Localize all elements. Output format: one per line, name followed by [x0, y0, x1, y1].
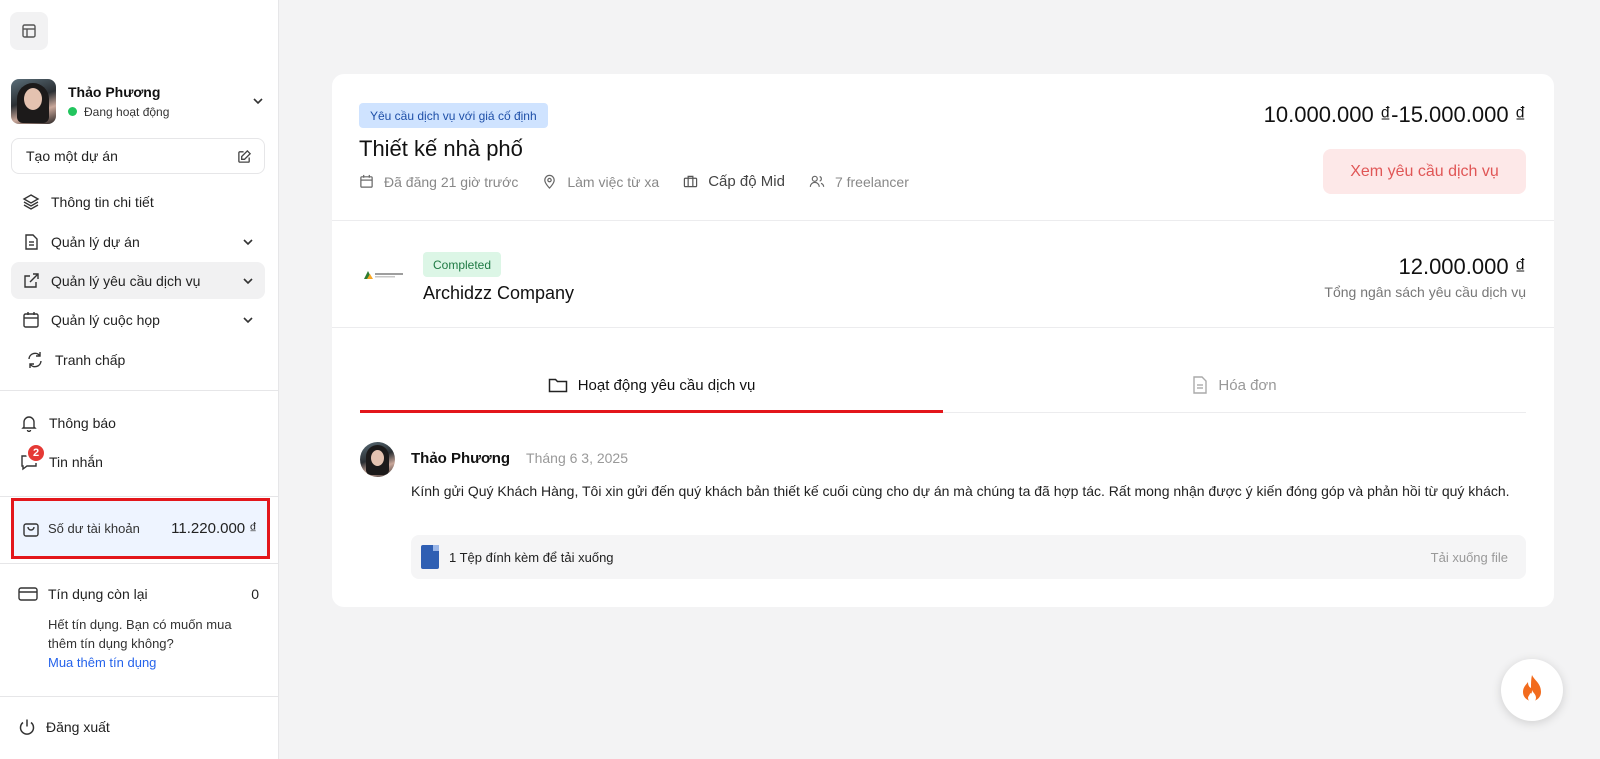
request-title: Thiết kế nhà phố	[359, 136, 523, 161]
work-location-label: Làm việc từ xa	[567, 173, 660, 190]
online-dot-icon	[68, 107, 77, 116]
experience-level: Cấp độ Mid	[683, 173, 785, 190]
flame-logo-icon	[1523, 675, 1541, 702]
posted-time: Đã đăng 21 giờ trước	[359, 174, 518, 190]
balance-value: 11.220.000 ₫	[171, 520, 257, 537]
tab-label: Hóa đơn	[1218, 376, 1277, 394]
divider	[0, 696, 279, 697]
sidebar-item-service-requests[interactable]: Quản lý yêu cầu dịch vụ	[11, 262, 265, 299]
posted-time-label: Đã đăng 21 giờ trước	[384, 173, 519, 190]
external-link-icon	[21, 271, 41, 291]
sidebar-item-messages[interactable]: Tin nhắn	[11, 443, 265, 480]
company-logo	[364, 270, 404, 280]
credit-value: 0	[251, 586, 259, 602]
document-icon	[21, 232, 41, 252]
credit-remaining: Tín dụng còn lại 0	[18, 586, 259, 602]
download-file-button[interactable]: Tải xuống file	[1431, 550, 1508, 565]
chevron-down-icon	[241, 313, 255, 327]
divider	[332, 220, 1554, 221]
comment-avatar	[360, 442, 395, 477]
request-meta: Đã đăng 21 giờ trước Làm việc từ xa Cấp …	[359, 173, 933, 190]
document-icon	[1193, 376, 1208, 394]
layers-icon	[21, 192, 41, 212]
logout-label: Đăng xuất	[46, 719, 110, 735]
divider	[332, 327, 1554, 328]
sidebar-item-label: Tranh chấp	[55, 351, 126, 368]
profile-switcher[interactable]: Thảo Phương Đang hoạt động	[11, 78, 265, 124]
sidebar-item-details[interactable]: Thông tin chi tiết	[11, 183, 265, 220]
attachment-label: 1 Tệp đính kèm để tải xuống	[449, 549, 614, 565]
credit-note: Hết tín dụng. Bạn có muốn mua thêm tín d…	[48, 615, 258, 672]
freelancer-count: 7 freelancer	[809, 174, 909, 190]
divider	[0, 496, 279, 497]
chevron-down-icon	[241, 274, 255, 288]
users-icon	[809, 175, 825, 187]
comment-author: Thảo Phương	[411, 450, 511, 467]
balance-label: Số dư tài khoản	[48, 521, 140, 536]
company-name[interactable]: Archidzz Company	[423, 283, 574, 304]
sidebar-item-label: Thông báo	[49, 414, 116, 431]
tab-invoice[interactable]: Hóa đơn	[943, 358, 1526, 412]
shopping-bag-icon	[23, 522, 39, 537]
bell-icon	[19, 413, 39, 433]
total-budget-label: Tổng ngân sách yêu cầu dịch vụ	[1324, 284, 1526, 300]
profile-status-label: Đang hoạt động	[84, 104, 170, 119]
price-range: 10.000.000 ₫-15.000.000 ₫	[1263, 102, 1526, 127]
avatar	[11, 78, 56, 124]
sidebar-item-label: Quản lý dự án	[51, 233, 140, 250]
comment-date: Tháng 6 3, 2025	[526, 450, 629, 466]
profile-status: Đang hoạt động	[68, 105, 251, 119]
layout-panel-icon	[22, 24, 36, 38]
chevron-down-icon	[251, 94, 265, 108]
work-location: Làm việc từ xa	[542, 174, 659, 190]
comment-body: Kính gửi Quý Khách Hàng, Tôi xin gửi đến…	[411, 483, 1510, 499]
total-budget: 12.000.000 ₫	[1398, 254, 1526, 279]
sidebar-toggle-button[interactable]	[10, 12, 48, 50]
doc-file-icon	[421, 545, 439, 569]
sidebar: Thảo Phương Đang hoạt động Tạo một dự án…	[0, 0, 279, 759]
unread-messages-badge: 2	[26, 443, 46, 463]
account-balance[interactable]: Số dư tài khoản 11.220.000 ₫	[11, 498, 270, 559]
sidebar-item-label: Tin nhắn	[49, 453, 103, 470]
folder-icon	[548, 378, 567, 393]
power-icon	[19, 719, 35, 735]
map-pin-icon	[544, 174, 556, 189]
tab-activity[interactable]: Hoạt động yêu cầu dịch vụ	[360, 358, 943, 413]
create-project-button[interactable]: Tạo một dự án	[11, 138, 265, 174]
briefcase-icon	[684, 175, 698, 188]
credit-card-icon	[18, 587, 38, 601]
calendar-icon	[360, 174, 373, 188]
profile-name: Thảo Phương	[68, 83, 161, 100]
fixed-price-tag: Yêu cầu dịch vụ với giá cố định	[359, 103, 548, 128]
experience-level-label: Cấp độ Mid	[708, 173, 785, 190]
calendar-icon	[21, 310, 41, 330]
view-service-request-button[interactable]: Xem yêu cầu dịch vụ	[1323, 149, 1526, 194]
divider	[0, 390, 279, 391]
logout-button[interactable]: Đăng xuất	[18, 718, 110, 736]
tab-label: Hoạt động yêu cầu dịch vụ	[577, 376, 756, 394]
sidebar-item-notifications[interactable]: Thông báo	[11, 404, 265, 441]
edit-icon	[238, 149, 252, 163]
freelancer-count-label: 7 freelancer	[834, 173, 909, 190]
buy-credit-link[interactable]: Mua thêm tín dụng	[48, 653, 258, 672]
sidebar-item-label: Quản lý cuộc họp	[51, 311, 160, 328]
service-request-card: Yêu cầu dịch vụ với giá cố định Thiết kế…	[332, 74, 1554, 607]
chevron-down-icon	[241, 235, 255, 249]
sidebar-item-disputes[interactable]: Tranh chấp	[11, 341, 265, 378]
divider	[0, 563, 279, 564]
credit-note-text: Hết tín dụng. Bạn có muốn mua thêm tín d…	[48, 617, 232, 651]
sidebar-item-projects[interactable]: Quản lý dự án	[11, 223, 265, 260]
assistant-fab-button[interactable]	[1501, 659, 1563, 721]
sidebar-item-label: Thông tin chi tiết	[51, 193, 154, 210]
comment-header: Thảo Phương Tháng 6 3, 2025	[411, 450, 628, 467]
sidebar-item-meetings[interactable]: Quản lý cuộc họp	[11, 301, 265, 338]
refresh-icon	[25, 350, 45, 370]
sidebar-item-label: Quản lý yêu cầu dịch vụ	[51, 272, 201, 289]
credit-label: Tín dụng còn lại	[48, 586, 148, 602]
create-project-label: Tạo một dự án	[26, 148, 118, 164]
status-badge: Completed	[423, 252, 502, 277]
attachment-row: 1 Tệp đính kèm để tải xuống Tải xuống fi…	[411, 535, 1526, 579]
tab-bar: Hoạt động yêu cầu dịch vụ Hóa đơn	[360, 358, 1526, 413]
